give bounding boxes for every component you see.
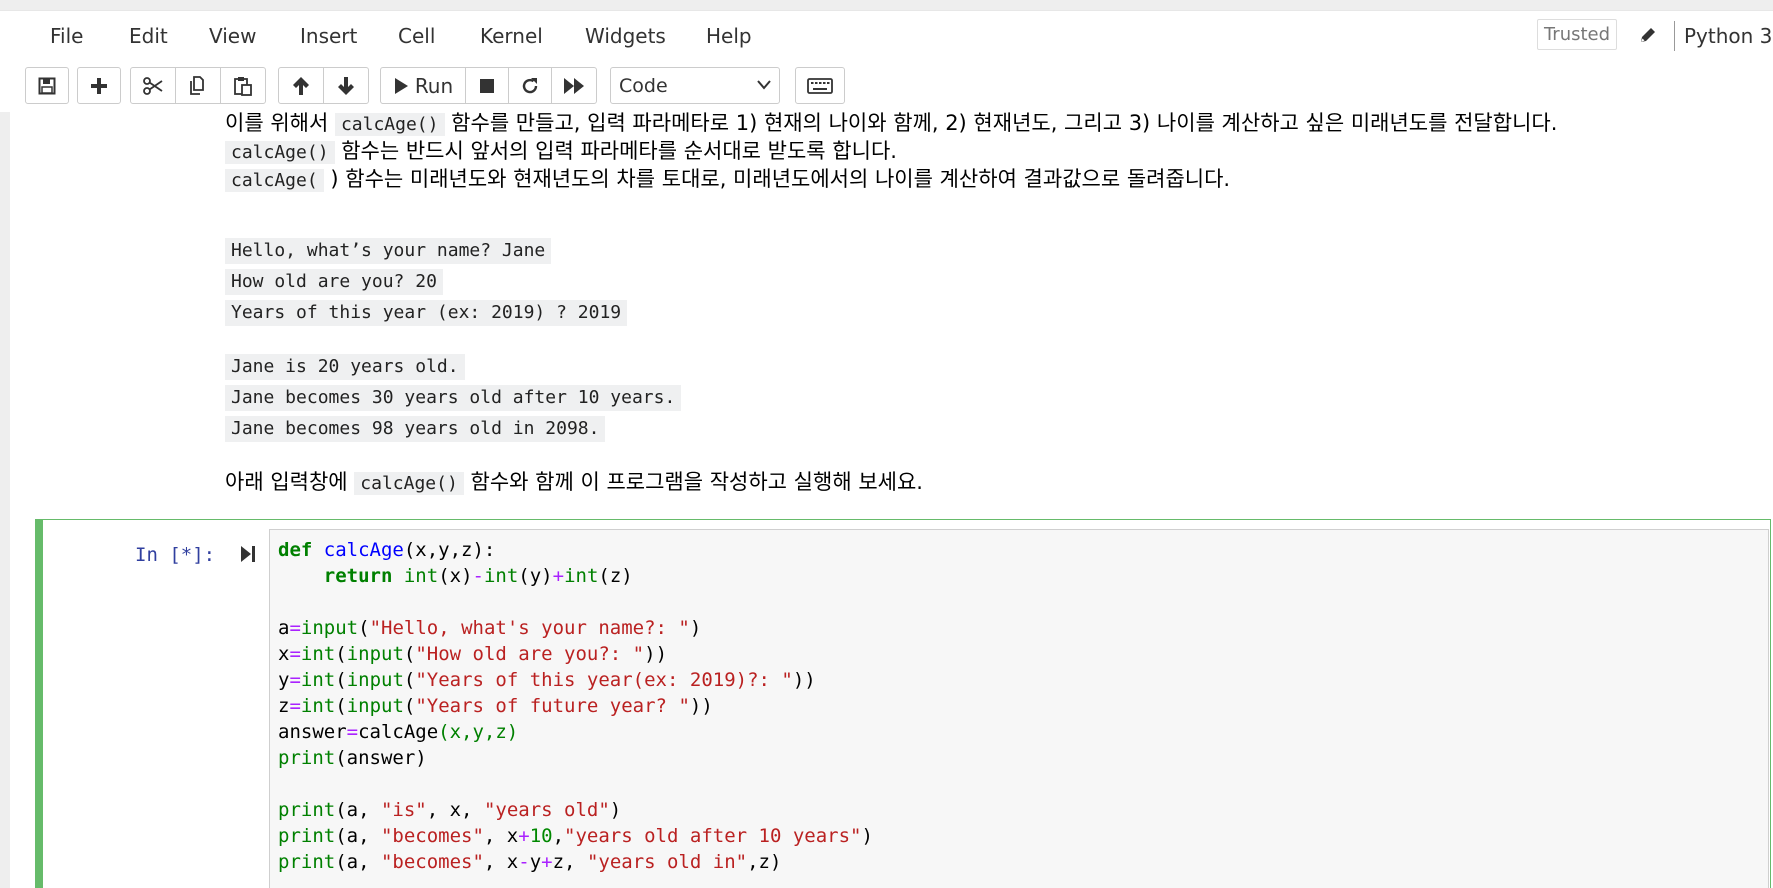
play-icon bbox=[394, 77, 408, 94]
copy-button[interactable] bbox=[175, 67, 221, 104]
menu-edit[interactable]: Edit bbox=[129, 24, 168, 48]
markdown-line-3: calcAge( ) 함수는 미래년도와 현재년도의 차를 토대로, 미래년도에… bbox=[225, 165, 1230, 193]
command-palette-button[interactable] bbox=[795, 67, 845, 104]
text: 함수는 반드시 앞서의 입력 파라메타를 순서대로 받도록 합니다. bbox=[334, 139, 897, 163]
text: ) 함수는 미래년도와 현재년도의 차를 토대로, 미래년도에서의 나이를 계산… bbox=[323, 167, 1231, 191]
code-line: x=int(input("How old are you?: ")) bbox=[278, 643, 668, 665]
text: 함수와 함께 이 프로그램을 작성하고 실행해 보세요. bbox=[463, 470, 923, 494]
menu-cell[interactable]: Cell bbox=[398, 24, 435, 48]
menubar: File Edit View Insert Cell Kernel Widget… bbox=[0, 10, 1773, 61]
fast-forward-icon bbox=[564, 77, 584, 94]
inline-code: calcAge() bbox=[354, 472, 464, 495]
code-line: print(a, "becomes", x+10,"years old afte… bbox=[278, 825, 873, 847]
move-up-button[interactable] bbox=[278, 67, 324, 104]
edit-mode-pencil-icon bbox=[1636, 21, 1660, 49]
inline-code: calcAge() bbox=[225, 141, 335, 164]
example-input-line: Hello, what’s your name? Jane bbox=[225, 238, 552, 264]
text: 아래 입력창에 bbox=[225, 470, 355, 494]
example-input-line: How old are you? 20 bbox=[225, 269, 443, 295]
menu-kernel[interactable]: Kernel bbox=[480, 24, 543, 48]
plus-icon bbox=[91, 77, 107, 94]
chevron-down-icon bbox=[757, 80, 771, 90]
trusted-indicator[interactable]: Trusted bbox=[1537, 19, 1617, 50]
menu-insert[interactable]: Insert bbox=[300, 24, 357, 48]
arrow-down-icon bbox=[338, 76, 354, 95]
inline-code: calcAge() bbox=[334, 113, 445, 136]
menu-help[interactable]: Help bbox=[706, 24, 752, 48]
code-line: print(a, "becomes", x-y+z, "years old in… bbox=[278, 851, 782, 873]
code-editor[interactable]: def calcAge(x,y,z): return int(x)-int(y)… bbox=[269, 529, 1769, 888]
toolbar: Run Code bbox=[0, 60, 1773, 112]
instruction-line: 아래 입력창에 calcAge() 함수와 함께 이 프로그램을 작성하고 실행… bbox=[225, 468, 923, 496]
arrow-up-icon bbox=[293, 76, 309, 95]
input-prompt: In [*]: bbox=[135, 544, 216, 566]
menu-file[interactable]: File bbox=[50, 24, 83, 48]
kernel-separator bbox=[1674, 21, 1675, 51]
run-button[interactable]: Run bbox=[380, 67, 466, 104]
restart-run-all-button[interactable] bbox=[551, 67, 597, 104]
notebook-container: 이를 위해서 calcAge() 함수를 만들고, 입력 파라메타로 1) 현재… bbox=[10, 112, 1773, 888]
code-line: a=input("Hello, what's your name?: ") bbox=[278, 617, 702, 639]
save-button[interactable] bbox=[25, 67, 69, 104]
run-cell-icon[interactable] bbox=[240, 544, 256, 564]
inline-code: calcAge( bbox=[225, 169, 324, 192]
cut-button[interactable] bbox=[130, 67, 176, 104]
example-input-line: Years of this year (ex: 2019) ? 2019 bbox=[225, 300, 628, 326]
code-line: answer=calcAge(x,y,z) bbox=[278, 721, 519, 743]
menu-view[interactable]: View bbox=[209, 24, 256, 48]
markdown-line-2: calcAge() 함수는 반드시 앞서의 입력 파라메타를 순서대로 받도록 … bbox=[225, 137, 897, 165]
code-line: def calcAge(x,y,z): bbox=[278, 539, 496, 561]
code-line: return int(x)-int(y)+int(z) bbox=[323, 565, 633, 587]
kernel-name[interactable]: Python 3 bbox=[1684, 24, 1772, 48]
paste-icon bbox=[234, 76, 252, 96]
save-icon bbox=[38, 77, 56, 94]
code-line: print(answer) bbox=[278, 747, 427, 769]
run-label: Run bbox=[414, 73, 454, 98]
markdown-line-1: 이를 위해서 calcAge() 함수를 만들고, 입력 파라메타로 1) 현재… bbox=[225, 112, 1557, 137]
code-line: y=int(input("Years of this year(ex: 2019… bbox=[278, 669, 816, 691]
example-output-line: Jane becomes 30 years old after 10 years… bbox=[225, 385, 682, 411]
keyboard-icon bbox=[807, 77, 833, 94]
code-cell[interactable]: In [*]: def calcAge(x,y,z): return int(x… bbox=[35, 519, 1771, 888]
menu-widgets[interactable]: Widgets bbox=[585, 24, 666, 48]
cell-type-select[interactable]: Code bbox=[610, 67, 780, 104]
code-line: print(a, "is", x, "years old") bbox=[278, 799, 622, 821]
copy-icon bbox=[190, 75, 204, 95]
example-output-line: Jane is 20 years old. bbox=[225, 354, 465, 380]
scissors-icon bbox=[143, 76, 163, 95]
interrupt-button[interactable] bbox=[465, 67, 509, 104]
stop-icon bbox=[480, 78, 494, 93]
insert-cell-button[interactable] bbox=[77, 67, 121, 104]
move-down-button[interactable] bbox=[323, 67, 369, 104]
restart-icon bbox=[522, 77, 538, 93]
cell-type-value: Code bbox=[619, 74, 668, 97]
code-line: z=int(input("Years of future year? ")) bbox=[278, 695, 713, 717]
text: 이를 위해서 bbox=[225, 112, 335, 135]
restart-button[interactable] bbox=[508, 67, 552, 104]
paste-button[interactable] bbox=[220, 67, 266, 104]
text: 함수를 만들고, 입력 파라메타로 1) 현재의 나이와 함께, 2) 현재년도… bbox=[444, 112, 1558, 135]
example-output-line: Jane becomes 98 years old in 2098. bbox=[225, 416, 606, 442]
